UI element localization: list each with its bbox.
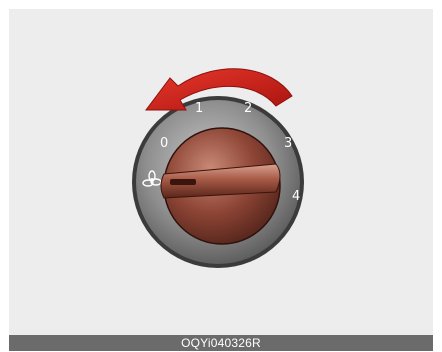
- dial-label-4: 4: [292, 189, 300, 204]
- dial-label-0: 0: [160, 136, 168, 151]
- dial-label-2: 2: [244, 101, 252, 116]
- figure-caption-bar: OQYi040326R: [9, 335, 433, 351]
- fan-speed-knob-illustration: 0 1 2 3 4: [132, 68, 304, 268]
- figure-code: OQYi040326R: [181, 336, 261, 350]
- dial-label-3: 3: [284, 136, 292, 151]
- dial-label-1: 1: [195, 101, 203, 116]
- knob-pointer: [170, 179, 196, 185]
